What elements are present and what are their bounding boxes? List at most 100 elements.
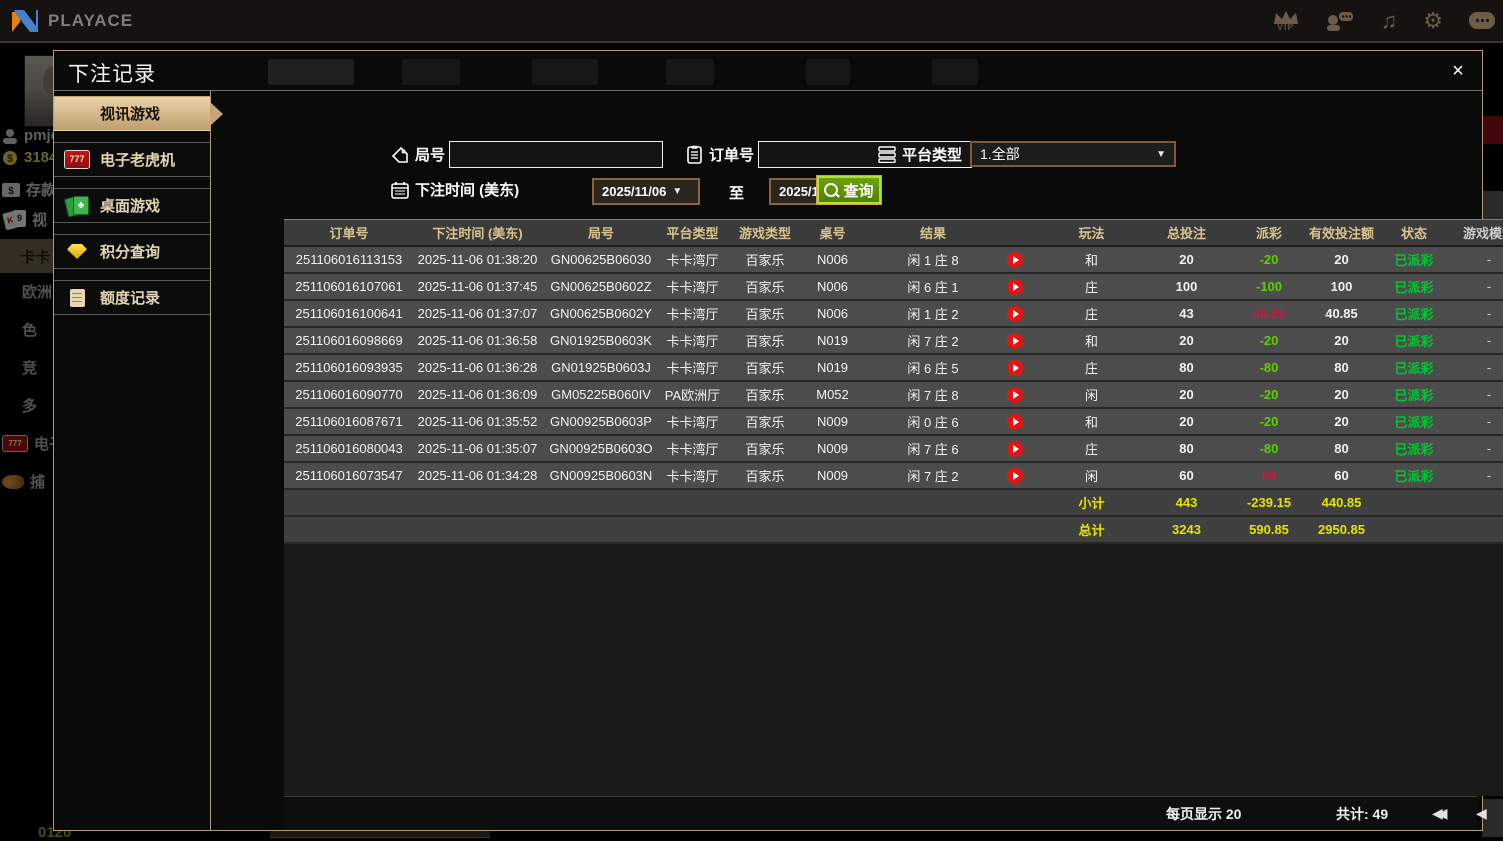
table-row: 251106016107061 2025-11-06 01:37:45 GN00… xyxy=(284,274,1503,301)
close-icon[interactable]: × xyxy=(1446,59,1470,83)
sidebar-item-label: 电子老虎机 xyxy=(100,149,175,170)
date-from-value: 2025/11/06 xyxy=(602,184,666,199)
status-badge: 已派彩 xyxy=(1379,385,1449,404)
replay-icon[interactable] xyxy=(1007,279,1023,295)
platform-select-value: 1.全部 xyxy=(980,144,1020,164)
replay-icon[interactable] xyxy=(1007,387,1023,403)
settings-icon[interactable]: ⚙ xyxy=(1423,10,1443,32)
music-icon[interactable]: ♫ xyxy=(1381,10,1398,32)
icon-tablegames xyxy=(65,196,89,216)
sidebar-item[interactable]: 桌面游戏 xyxy=(54,188,210,223)
total-payout: 590.85 xyxy=(1234,522,1304,537)
chevron-down-icon: ▼ xyxy=(1156,149,1166,160)
vip-icon[interactable]: VIP xyxy=(1273,10,1299,32)
customer-service-icon[interactable] xyxy=(1325,10,1355,32)
filter-round: 局号 xyxy=(391,141,663,168)
bet-records-table: 订单号 下注时间 (美东) 局号 平台类型 游戏类型 桌号 结果 玩法 总投注 … xyxy=(284,219,1503,796)
top-bar: PLAYACE VIP ♫ ⚙ xyxy=(0,0,1503,43)
chevron-down-icon: ▼ xyxy=(672,186,682,197)
col-game: 游戏类型 xyxy=(724,223,806,242)
first-page-button[interactable]: ◀◀ xyxy=(1432,804,1448,822)
col-payout: 派彩 xyxy=(1234,223,1304,242)
sidebar-item[interactable]: 电子老虎机 xyxy=(54,142,210,177)
sidebar-item[interactable]: 积分查询 xyxy=(54,234,210,269)
status-badge: 已派彩 xyxy=(1379,331,1449,350)
time-label: 下注时间 (美东) xyxy=(415,179,519,200)
table-row: 251106016080043 2025-11-06 01:35:07 GN00… xyxy=(284,436,1503,463)
col-result: 结果 xyxy=(859,223,1007,242)
col-order: 订单号 xyxy=(284,223,414,242)
platform-select[interactable]: 1.全部 ▼ xyxy=(970,141,1176,167)
status-badge: 已派彩 xyxy=(1379,466,1449,485)
col-play: 玩法 xyxy=(1044,223,1139,242)
col-platform: 平台类型 xyxy=(661,223,724,242)
per-page-label: 每页显示 20 xyxy=(1166,804,1241,824)
bet-records-modal: 下注记录 × 视讯游戏 电子老虎机 桌面游戏 积分查询 额度记录 局号 xyxy=(53,50,1483,831)
result-text: 闲 7 庄 8 xyxy=(859,385,1007,404)
result-text: 闲 6 庄 5 xyxy=(859,358,1007,377)
subtotal-bet: 443 xyxy=(1139,495,1234,510)
background-tab-ghost xyxy=(268,59,354,85)
background-tab-ghost xyxy=(932,59,978,85)
result-text: 闲 0 庄 6 xyxy=(859,412,1007,431)
col-valid: 有效投注额 xyxy=(1304,223,1379,242)
table-footer: 每页显示 20 共计: 49 ◀◀ ◀ / 3 ▶ ▶▶ xyxy=(284,796,1477,830)
server-list-icon xyxy=(878,145,896,163)
table-row: 251106016073547 2025-11-06 01:34:28 GN00… xyxy=(284,463,1503,490)
playace-logo-icon xyxy=(10,8,40,34)
filter-platform: 平台类型 1.全部 ▼ xyxy=(878,141,1176,167)
search-button-label: 查询 xyxy=(843,180,873,201)
replay-icon[interactable] xyxy=(1007,306,1023,322)
replay-icon[interactable] xyxy=(1007,360,1023,376)
replay-icon[interactable] xyxy=(1007,468,1023,484)
replay-icon[interactable] xyxy=(1007,333,1023,349)
platform-label: 平台类型 xyxy=(902,144,962,165)
chat-icon[interactable] xyxy=(1469,12,1495,29)
result-text: 闲 1 庄 2 xyxy=(859,304,1007,323)
payout-value: -20 xyxy=(1234,414,1304,429)
subtotal-label: 小计 xyxy=(1044,493,1139,512)
payout-value: -20 xyxy=(1234,333,1304,348)
replay-icon[interactable] xyxy=(1007,441,1023,457)
status-badge: 已派彩 xyxy=(1379,412,1449,431)
total-valid: 2950.85 xyxy=(1304,522,1379,537)
sidebar-item-label: 视讯游戏 xyxy=(100,103,160,124)
background-tab-ghost xyxy=(666,59,714,85)
filter-time: 下注时间 (美东) xyxy=(391,179,519,200)
playace-logo: PLAYACE xyxy=(10,8,133,34)
table-header: 订单号 下注时间 (美东) 局号 平台类型 游戏类型 桌号 结果 玩法 总投注 … xyxy=(284,219,1503,247)
col-mode: 游戏模式 xyxy=(1449,223,1503,242)
calendar-icon xyxy=(391,181,409,199)
icon-slot777 xyxy=(64,150,90,169)
sidebar-item-label: 额度记录 xyxy=(100,287,160,308)
sidebar-item-label: 桌面游戏 xyxy=(100,195,160,216)
background-tab-ghost xyxy=(806,59,850,85)
subtotal-payout: -239.15 xyxy=(1234,495,1304,510)
search-button[interactable]: 查询 xyxy=(816,175,882,205)
result-text: 闲 7 庄 2 xyxy=(859,466,1007,485)
table-row: 251106016098669 2025-11-06 01:36:58 GN01… xyxy=(284,328,1503,355)
modal-content: 局号 订单号 平台类型 1.全部 ▼ 下注时间 (美东) xyxy=(211,91,1482,830)
prev-page-button[interactable]: ◀ xyxy=(1476,804,1487,822)
icon-diamond xyxy=(67,244,87,259)
total-count-label: 共计: 49 xyxy=(1336,804,1388,824)
background-tab-ghost xyxy=(532,59,598,85)
date-from-picker[interactable]: 2025/11/06 ▼ xyxy=(592,178,700,205)
payout-value: -80 xyxy=(1234,360,1304,375)
order-label: 订单号 xyxy=(709,144,754,165)
sidebar-item[interactable]: 额度记录 xyxy=(54,280,210,315)
table-row: 251106016093935 2025-11-06 01:36:28 GN01… xyxy=(284,355,1503,382)
sidebar-item[interactable]: 视讯游戏 xyxy=(54,96,210,131)
subtotal-valid: 440.85 xyxy=(1304,495,1379,510)
icon-cards xyxy=(65,103,89,125)
table-row: 251106016113153 2025-11-06 01:38:20 GN00… xyxy=(284,247,1503,274)
table-row: 251106016100641 2025-11-06 01:37:07 GN00… xyxy=(284,301,1503,328)
replay-icon[interactable] xyxy=(1007,252,1023,268)
replay-icon[interactable] xyxy=(1007,414,1023,430)
result-text: 闲 6 庄 1 xyxy=(859,277,1007,296)
round-input[interactable] xyxy=(449,141,663,168)
table-row: 251106016090770 2025-11-06 01:36:09 GM05… xyxy=(284,382,1503,409)
subtotal-row: 小计 443 -239.15 440.85 xyxy=(284,490,1503,517)
tag-icon xyxy=(391,146,409,164)
status-badge: 已派彩 xyxy=(1379,250,1449,269)
